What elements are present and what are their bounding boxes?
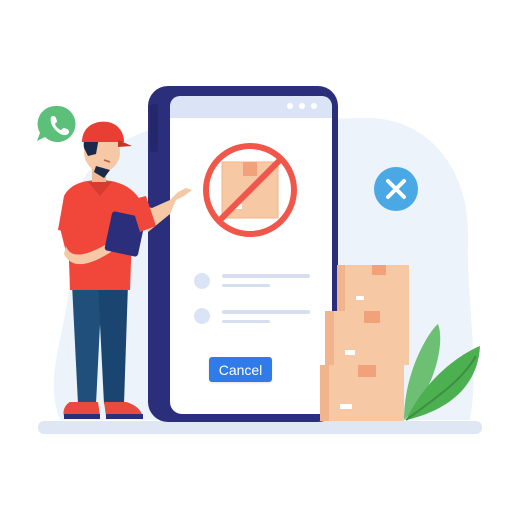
cancel-button[interactable]: Cancel xyxy=(209,357,272,382)
close-circle-icon xyxy=(374,167,418,211)
illustration xyxy=(37,86,482,434)
top-bar-dot xyxy=(287,103,293,109)
top-bar-dot xyxy=(311,103,317,109)
ground-line xyxy=(38,421,482,434)
top-bar-dot xyxy=(299,103,305,109)
phone-call-icon xyxy=(37,105,76,142)
